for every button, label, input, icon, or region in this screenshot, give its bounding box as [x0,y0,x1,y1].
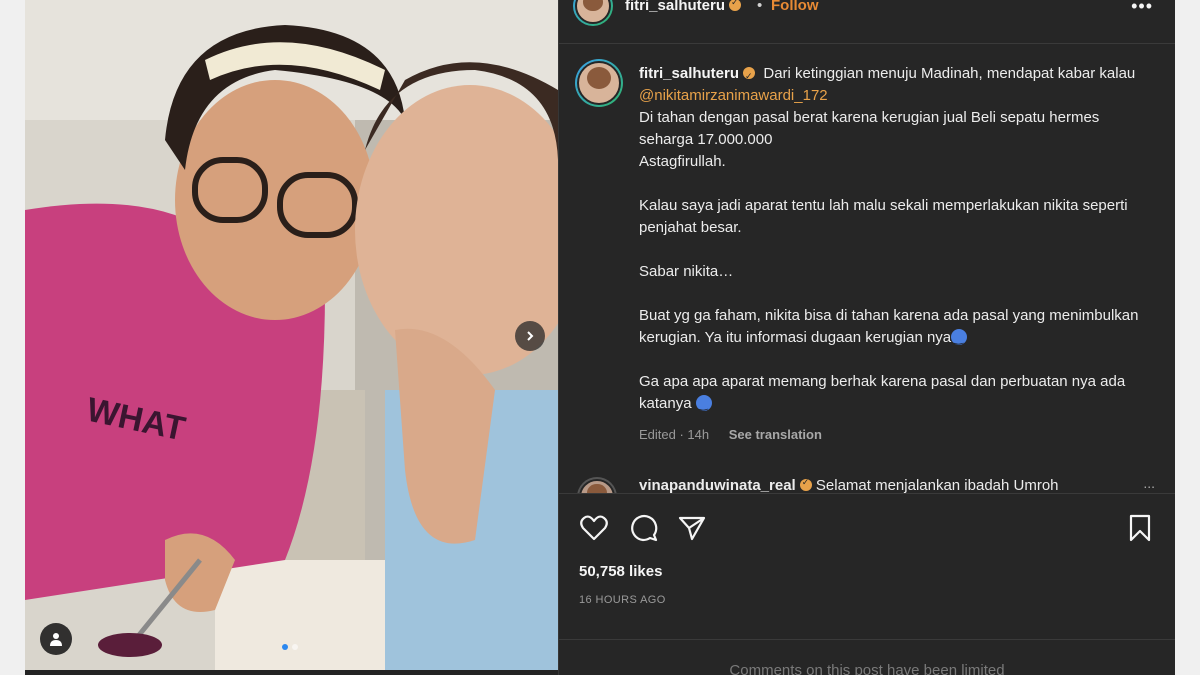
caption-body-1: Di tahan dengan pasal berat karena kerug… [639,109,1139,346]
comment-row: vinapanduwinata_real Selamat menjalankan… [559,475,1175,493]
verified-badge-icon [799,477,812,491]
post-timestamp[interactable]: 16 HOURS AGO [579,594,666,606]
comment-avatar[interactable] [577,477,617,493]
smiling-face-emoji-icon [951,328,968,350]
more-options-icon[interactable]: ••• [1131,0,1153,17]
follow-button[interactable]: Follow [771,0,819,14]
comment-icon [631,514,658,542]
header-username-text[interactable]: fitri_salhuteru [625,0,725,14]
header-avatar[interactable] [573,0,613,26]
caption-body-2: Ga apa apa aparat memang berhak karena p… [639,373,1126,412]
post-header: fitri_salhuteru • Follow ••• [559,0,1175,44]
verified-badge-icon [729,0,742,11]
user-icon [50,633,62,646]
share-button[interactable] [677,513,707,543]
smiling-face-emoji-icon [695,394,712,416]
like-button[interactable] [579,513,609,543]
caption-username[interactable]: fitri_salhuteru [639,65,739,82]
caption-text: fitri_salhuteru Dari ketinggian menuju M… [639,63,1149,416]
selfie-photo: WHAT [25,0,558,670]
bookmark-icon [1129,514,1151,542]
carousel-dot [292,644,298,650]
paper-plane-icon [678,516,706,541]
comment-body: Selamat menjalankan ibadah Umroh [815,477,1059,493]
caption-mention-link[interactable]: @nikitamirzanimawardi_172 [639,87,828,104]
caption-avatar[interactable] [575,59,623,107]
header-username[interactable]: fitri_salhuteru [625,0,742,14]
save-button[interactable] [1125,513,1155,543]
caption-line1: Dari ketinggian menuju Madinah, mendapat… [763,65,1140,82]
instagram-post: WHAT fitri_salhuteru✓ • Follow ••• fitri… [25,0,1175,675]
post-photo[interactable]: WHAT [25,0,558,670]
caption-area: fitri_salhuteru Dari ketinggian menuju M… [559,45,1175,493]
comment-username[interactable]: vinapanduwinata_real [639,477,796,493]
heart-icon [580,515,608,541]
comment-more-icon[interactable]: ... [1143,475,1155,491]
edited-timestamp: Edited · 14h [639,427,710,442]
likes-count[interactable]: 50,758 likes [579,563,662,580]
tagged-users-button[interactable] [40,623,72,655]
header-separator: • [757,0,763,14]
comment-button[interactable] [629,513,659,543]
see-translation-link[interactable]: See translation [729,427,822,442]
post-side-panel: fitri_salhuteru • Follow ••• fitri_salhu… [558,0,1175,675]
chevron-right-icon [527,331,534,341]
actions-area: 50,758 likes 16 HOURS AGO [559,493,1175,639]
carousel-next-button[interactable] [515,321,545,351]
caption-meta: Edited · 14h See translation [639,427,822,442]
carousel-indicator [282,644,298,650]
comment-text: vinapanduwinata_real Selamat menjalankan… [639,477,1059,493]
comments-limited-notice: Comments on this post have been limited [559,639,1175,675]
carousel-dot-active [282,644,288,650]
verified-badge-icon [743,65,756,87]
